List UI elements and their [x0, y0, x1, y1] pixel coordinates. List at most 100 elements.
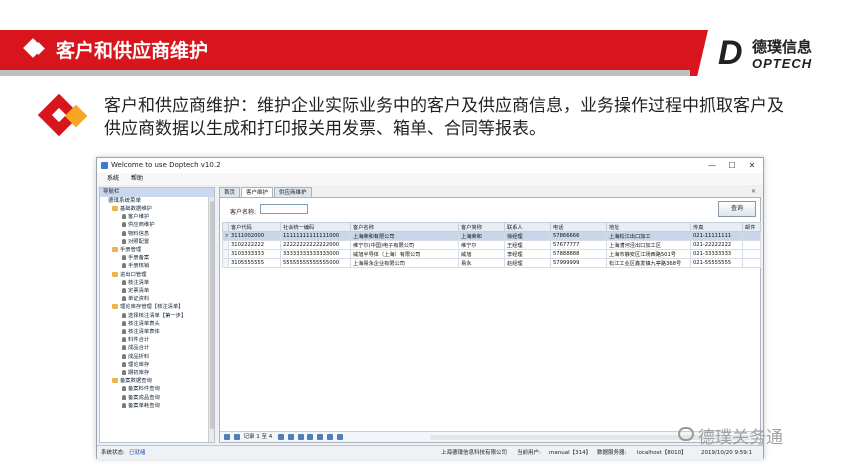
column-header[interactable]: 客户名称 — [350, 222, 459, 232]
folder-icon — [112, 378, 118, 384]
menu-system[interactable]: 系统 — [107, 175, 119, 182]
column-header[interactable]: 邮件 — [742, 222, 761, 232]
column-header[interactable]: 地址 — [606, 222, 691, 232]
nav-item-label: 核注清单 — [128, 279, 150, 286]
table-row[interactable]: 3105555555 55555555555555000 上海易永企业有限公司 易永赵… — [222, 258, 761, 268]
table-cell: 3111002000 — [228, 231, 281, 241]
nav-item[interactable]: 手册核销 — [100, 262, 214, 270]
user-icon — [122, 296, 126, 302]
nav-item[interactable]: 期初库存 — [100, 369, 214, 377]
prev-page-icon[interactable] — [233, 433, 240, 440]
nav-item[interactable]: 基础数据维护 — [100, 205, 214, 213]
maximize-button[interactable]: ☐ — [721, 158, 743, 173]
status-company: 上海德璞信息科技有限公司 — [441, 450, 508, 456]
nav-item[interactable]: 备案料件查询 — [100, 385, 214, 393]
table-cell: 57888888 — [550, 249, 607, 259]
customer-table: 客户代码社会统一编码客户名称客户简称联系人电话地址传真邮件 >311100200… — [222, 222, 761, 268]
table-cell — [742, 258, 761, 268]
column-header[interactable]: 联系人 — [504, 222, 551, 232]
table-cell — [742, 240, 761, 250]
user-icon — [122, 402, 126, 408]
status-state: 已就绪 — [129, 450, 146, 456]
customer-maintenance-panel: 客户名称: 查询 客户代码社会统一编码客户名称客户简称联系人电话地址传真邮件 >… — [219, 197, 761, 443]
nav-item[interactable]: 备案单耗查询 — [100, 402, 214, 410]
close-button[interactable]: ✕ — [741, 158, 763, 173]
nav-root[interactable]: 德璞系统菜单 — [100, 197, 214, 205]
tab-strip: 首页 客户维护 供应商维护 — [219, 187, 313, 198]
nav-item[interactable]: 料件合计 — [100, 336, 214, 344]
user-icon — [122, 337, 126, 343]
nav-item[interactable]: 理论库存 — [100, 361, 214, 369]
nav-item-label: 核注清单表体 — [128, 329, 160, 336]
delete-record-icon[interactable] — [307, 433, 314, 440]
minimize-button[interactable]: — — [701, 158, 723, 173]
table-row[interactable]: 3102222222 22222222222222000 维宁尔(中国)电子有限公司… — [222, 240, 761, 250]
last-page-icon[interactable] — [287, 433, 294, 440]
refresh-icon[interactable] — [336, 433, 343, 440]
nav-item[interactable]: 核注清单表体 — [100, 328, 214, 336]
table-cell: 威旭半导体（上海）有限公司 — [350, 249, 459, 259]
table-cell: 上海市静安区江场西路501号 — [606, 249, 691, 259]
nav-item-label: 基础数据维护 — [120, 206, 152, 212]
nav-item[interactable]: 定票清单 — [100, 287, 214, 295]
nav-item[interactable]: 手册备案 — [100, 254, 214, 262]
user-icon — [122, 353, 126, 359]
user-icon — [122, 222, 126, 228]
nav-item[interactable]: 成品折料 — [100, 353, 214, 361]
user-icon — [122, 238, 126, 244]
first-page-icon[interactable] — [224, 433, 230, 440]
nav-item[interactable]: 手册管理 — [100, 246, 214, 254]
save-record-icon[interactable] — [317, 433, 323, 440]
nav-item[interactable]: 核注清单 — [100, 279, 214, 287]
nav-item-label: 对照配置 — [128, 238, 150, 245]
cancel-edit-icon[interactable] — [326, 433, 333, 440]
nav-item[interactable]: 单证资料 — [100, 295, 214, 303]
table-cell: 赵经理 — [504, 258, 551, 268]
nav-item[interactable]: 备案成品查询 — [100, 394, 214, 402]
column-header[interactable]: 社会统一编码 — [280, 222, 351, 232]
nav-item[interactable]: 客户维护 — [100, 213, 214, 221]
tab-close-icon[interactable]: ✕ — [751, 188, 756, 195]
nav-scrollbar[interactable] — [208, 197, 214, 442]
add-record-icon[interactable] — [297, 433, 304, 440]
nav-item[interactable]: 供应商维护 — [100, 221, 214, 229]
table-row[interactable]: >311100200011111111111111000上海荣和有限公司上海荣和… — [222, 231, 761, 241]
navigation-panel: 导航栏 德璞系统菜单 基础数据维护 客户维护 供应商维护 物料信息 对照配置 手册管理 手册… — [99, 187, 215, 443]
nav-item-label: 备案成品查询 — [128, 394, 160, 401]
table-cell: 上海荣和 — [458, 231, 505, 241]
nav-item[interactable]: 核注清单表头 — [100, 320, 214, 328]
page-title: 客户和供应商维护 — [56, 40, 209, 62]
column-header[interactable]: 电话 — [550, 222, 607, 232]
next-page-icon[interactable] — [278, 433, 284, 440]
status-user: manual【314】 — [549, 450, 592, 456]
nav-item[interactable]: 对照配置 — [100, 238, 214, 246]
table-cell: 55555555555555000 — [280, 258, 351, 268]
table-cell: 021-33333333 — [690, 249, 743, 259]
nav-scroll-thumb[interactable] — [210, 201, 214, 429]
customer-name-input[interactable] — [260, 204, 308, 214]
nav-item[interactable]: 成品合计 — [100, 344, 214, 352]
query-button[interactable]: 查询 — [718, 201, 756, 217]
table-row[interactable]: 3103333333 33333333333333000 威旭半导体（上海）有限公司… — [222, 249, 761, 259]
header-band: 客户和供应商维护 — [0, 30, 700, 70]
menu-bar: 系统 帮助 — [97, 173, 763, 185]
nav-item[interactable]: 选择核注清单【第一步】 — [100, 312, 214, 320]
user-icon — [122, 386, 126, 392]
nav-tree: 基础数据维护 客户维护 供应商维护 物料信息 对照配置 手册管理 手册备案 手册核销 进出口管理… — [100, 205, 214, 410]
table-cell: 维宁尔(中国)电子有限公司 — [350, 240, 459, 250]
nav-item-label: 理论库存管理【核注清单】 — [120, 304, 184, 311]
nav-item-label: 物料信息 — [128, 230, 150, 237]
table-cell: 57866666 — [550, 231, 607, 241]
table-cell: 上海易永企业有限公司 — [350, 258, 459, 268]
nav-item[interactable]: 备案数据查询 — [100, 377, 214, 385]
table-cell: 上海漕河泾出口加工区 — [606, 240, 691, 250]
column-header[interactable]: 客户代码 — [228, 222, 281, 232]
table-cell: 松江工业区鑫发镇九亭路368号 — [606, 258, 691, 268]
nav-item-label: 理论库存 — [128, 361, 150, 368]
nav-item[interactable]: 理论库存管理【核注清单】 — [100, 303, 214, 311]
column-header[interactable]: 传真 — [690, 222, 743, 232]
column-header[interactable]: 客户简称 — [458, 222, 505, 232]
nav-item[interactable]: 物料信息 — [100, 230, 214, 238]
nav-item[interactable]: 进出口管理 — [100, 271, 214, 279]
menu-help[interactable]: 帮助 — [131, 175, 143, 182]
